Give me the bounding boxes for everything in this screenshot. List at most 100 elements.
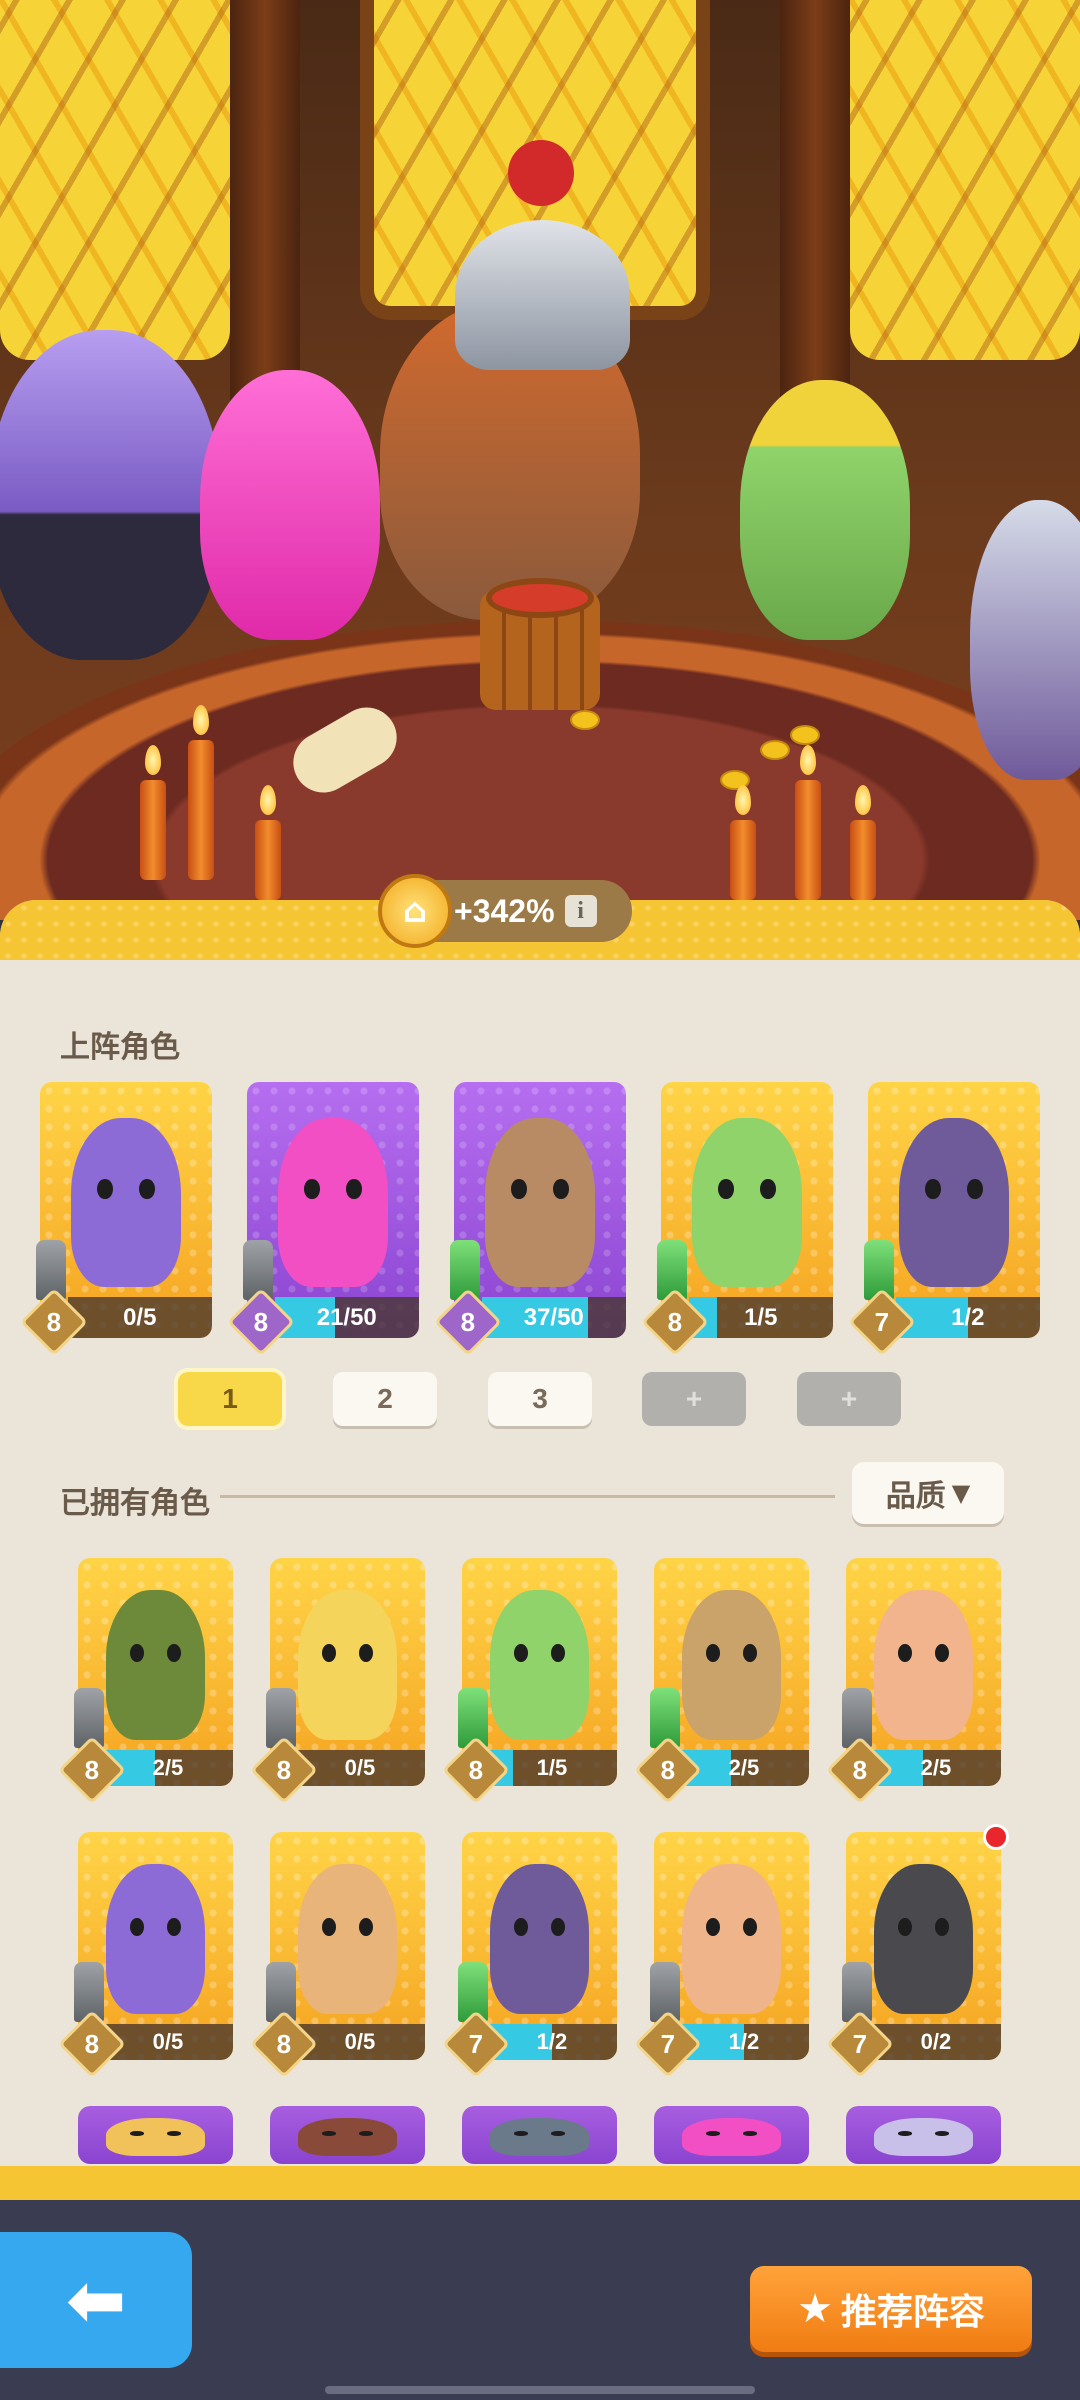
level-value: 8 [660,1754,676,1785]
level-value: 8 [84,1754,100,1785]
level-value: 8 [276,2028,292,2059]
candle-flame [145,745,161,775]
wood-pillar [230,0,300,420]
character-portrait [277,1117,389,1287]
team-tab-3[interactable]: 3 [488,1372,592,1426]
character-portrait [105,2117,206,2156]
owned-character-card-partial[interactable] [654,2106,809,2164]
level-value: 7 [660,2028,676,2059]
owned-character-card-partial[interactable] [270,2106,425,2164]
character-portrait [70,1117,182,1287]
add-team-slot-button[interactable]: + [797,1372,901,1426]
helmet-pompom [508,140,574,206]
owned-character-card[interactable]: 2/5 8 [58,1558,233,1804]
recommend-lineup-button[interactable]: ★ 推荐阵容 [750,2266,1032,2352]
level-value: 7 [468,2028,484,2059]
owned-character-card[interactable]: 0/5 8 [250,1832,425,2078]
character-portrait [691,1117,803,1287]
sort-quality-button[interactable]: 品质 ▼ [852,1462,1004,1524]
deployed-character-card[interactable]: 0/5 8 [20,1082,212,1356]
owned-character-card-partial[interactable] [462,2106,617,2164]
shard-progress-text: 0/5 [123,1303,157,1331]
shard-progress-bar: 0/5 [67,1297,212,1338]
level-value: 8 [460,1306,476,1337]
character-portrait [297,2117,398,2156]
candle-flame [800,745,816,775]
candle [730,820,756,900]
character-portrait [489,1589,590,1741]
shard-progress-text: 1/2 [951,1303,985,1331]
card-background [846,2106,1001,2164]
shard-progress-text: 37/50 [523,1303,584,1331]
candle [140,780,166,880]
character-portrait [297,1863,398,2015]
owned-character-card-partial[interactable] [846,2106,1001,2164]
character-portrait [297,1589,398,1741]
level-value: 8 [276,1754,292,1785]
candle [795,780,821,900]
notification-dot [983,1824,1009,1850]
shard-progress-bar: 37/50 [481,1297,626,1338]
deployed-section-title: 上阵角色 [60,1030,180,1065]
hero-figure-goblin [740,380,910,640]
stained-glass-window [0,0,230,360]
owned-section-title: 已拥有角色 [60,1486,210,1521]
deployed-character-card[interactable]: 1/5 8 [641,1082,833,1356]
level-value: 8 [84,2028,100,2059]
team-bonus-badge[interactable]: ⌂ +342% i [378,874,632,948]
level-value: 8 [667,1306,683,1337]
level-value: 8 [253,1306,269,1337]
team-tab-1[interactable]: 1 [178,1372,282,1426]
level-value: 8 [46,1306,62,1337]
owned-character-card-partial[interactable] [78,2106,233,2164]
candle-flame [735,785,751,815]
candle-flame [193,705,209,735]
triangle-down-icon: ▼ [951,1479,971,1507]
bonus-medal-icon: ⌂ [378,874,452,948]
stained-glass-window [850,0,1080,360]
candle [188,740,214,880]
character-portrait [873,2117,974,2156]
owned-character-card[interactable]: 1/5 8 [442,1558,617,1804]
level-value: 7 [852,2028,868,2059]
character-portrait [489,2117,590,2156]
candle-flame [855,785,871,815]
character-portrait [489,1863,590,2015]
star-icon: ★ [797,2286,833,2332]
add-team-slot-button[interactable]: + [642,1372,746,1426]
deployed-character-card[interactable]: 37/50 8 [434,1082,626,1356]
owned-character-card[interactable]: 2/5 8 [826,1558,1001,1804]
back-button[interactable]: ⬅ [0,2232,192,2368]
owned-character-card[interactable]: 0/5 8 [250,1558,425,1804]
character-portrait [681,1589,782,1741]
character-portrait [681,1863,782,2015]
hero-figure-pink [200,370,380,640]
shard-progress-bar: 21/50 [274,1297,419,1338]
owned-character-card[interactable]: 2/5 8 [634,1558,809,1804]
back-arrow-icon: ⬅ [65,2258,127,2342]
home-indicator[interactable] [325,2386,755,2394]
team-tab-2[interactable]: 2 [333,1372,437,1426]
owned-character-card[interactable]: 1/2 7 [634,1832,809,2078]
bonus-value: +342% [454,892,555,929]
candle [255,820,281,900]
recommend-lineup-label: 推荐阵容 [840,2292,985,2333]
gold-coin [570,710,600,730]
knight-helmet [455,220,630,370]
gold-coin [790,725,820,745]
owned-character-card[interactable]: 1/2 7 [442,1832,617,2078]
character-portrait [873,1863,974,2015]
deployed-character-card[interactable]: 21/50 8 [227,1082,419,1356]
gold-coin [760,740,790,760]
panel-footer-stripe [0,2166,1080,2200]
level-value: 8 [852,1754,868,1785]
character-portrait [105,1589,206,1741]
shard-progress-text: 21/50 [316,1303,377,1331]
character-portrait [105,1863,206,2015]
owned-character-card[interactable]: 0/2 7 [826,1824,1009,2078]
deployed-character-card[interactable]: 1/2 7 [848,1082,1040,1356]
owned-character-card[interactable]: 0/5 8 [58,1832,233,2078]
candle [850,820,876,900]
wood-pillar [780,0,850,420]
info-icon[interactable]: i [564,895,597,927]
